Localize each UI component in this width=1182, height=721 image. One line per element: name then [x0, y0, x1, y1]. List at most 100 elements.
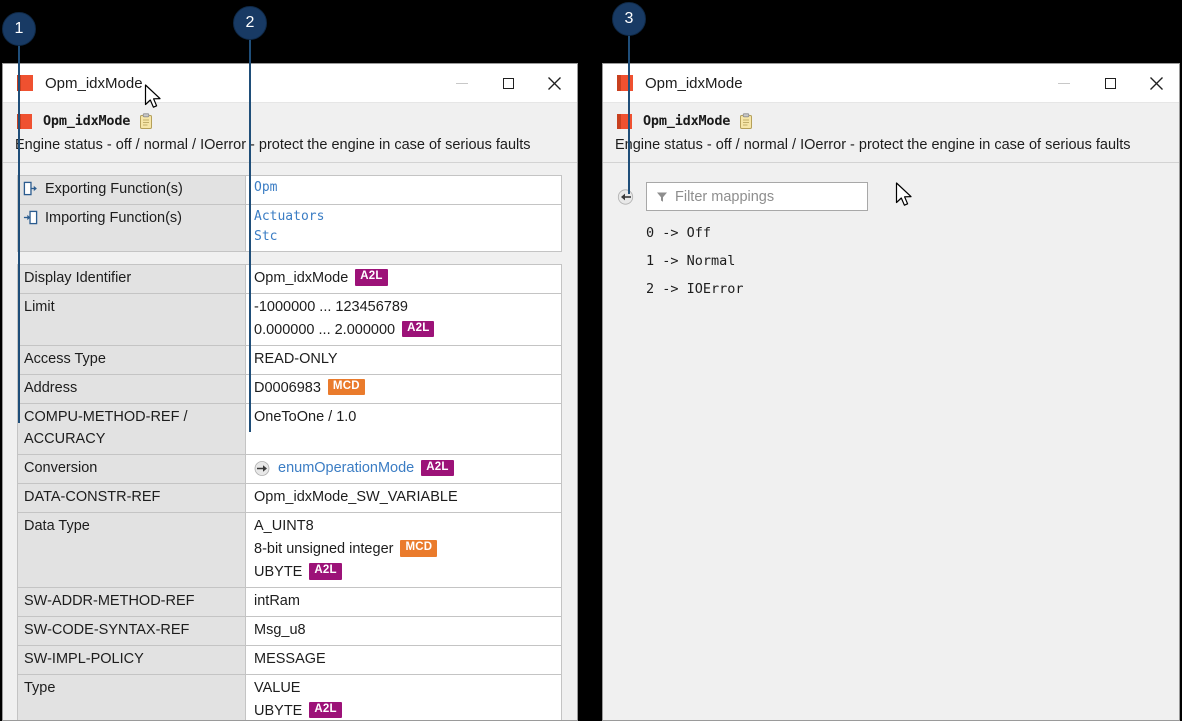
row-value-text: intRam: [254, 590, 300, 613]
titlebar-left: Opm_idxMode: [3, 64, 577, 103]
table-row: Data Type A_UINT8 8-bit unsigned integer…: [18, 513, 561, 588]
status-badge: A2L: [355, 269, 387, 285]
maximize-button[interactable]: [1087, 64, 1133, 103]
row-value-text: VALUE: [254, 677, 300, 700]
status-badge: A2L: [309, 702, 341, 718]
row-key-cell: Exporting Function(s): [18, 176, 246, 204]
export-icon: [23, 181, 38, 196]
row-value-text: D0006983: [254, 377, 321, 400]
row-key-label: Exporting Function(s): [45, 178, 183, 201]
table-row: SW-CODE-SYNTAX-REF Msg_u8: [18, 617, 561, 646]
status-badge: MCD: [328, 379, 365, 395]
row-value-cell: Opm: [246, 176, 561, 204]
row-key-cell: Data Type: [18, 513, 246, 587]
row-value-cell: Opm_idxMode A2L: [246, 265, 561, 293]
minimize-button[interactable]: [1041, 64, 1087, 103]
minimize-icon: [1058, 83, 1070, 85]
list-item[interactable]: 0 -> Off: [646, 225, 1179, 241]
list-item[interactable]: 1 -> Normal: [646, 253, 1179, 269]
table-row: DATA-CONSTR-REF Opm_idxMode_SW_VARIABLE: [18, 484, 561, 513]
row-key-cell: SW-IMPL-POLICY: [18, 646, 246, 674]
row-key-cell: Address: [18, 375, 246, 403]
maximize-button[interactable]: [485, 64, 531, 103]
right-body: Filter mappings 0 -> Off 1 -> Normal 2 -…: [603, 163, 1179, 721]
row-value-cell: MESSAGE: [246, 646, 561, 674]
goto-arrow-icon[interactable]: [254, 461, 271, 476]
function-link[interactable]: Actuators: [254, 207, 324, 228]
callout-badge-1: 1: [2, 12, 36, 46]
variable-description: Engine status - off / normal / IOerror -…: [603, 137, 1179, 153]
clipboard-icon[interactable]: [138, 113, 154, 130]
row-key-cell: SW-CODE-SYNTAX-REF: [18, 617, 246, 645]
header-name-row: Opm_idxMode: [3, 110, 577, 132]
window-title: Opm_idxMode: [645, 75, 743, 92]
minimize-button[interactable]: [439, 64, 485, 103]
callout-line-3: [628, 30, 630, 194]
detail-window-left: Opm_idxMode Opm_idxMode: [2, 63, 578, 721]
table-row: SW-ADDR-METHOD-REF intRam: [18, 588, 561, 617]
left-body: Exporting Function(s) Opm Importing Func…: [3, 163, 577, 721]
functions-table: Exporting Function(s) Opm Importing Func…: [17, 175, 562, 252]
filter-toolbar: Filter mappings: [603, 175, 1179, 211]
callout-line-2: [249, 30, 251, 432]
status-badge: A2L: [309, 563, 341, 579]
callout-number: 1: [15, 20, 24, 38]
row-value-cell: OneToOne / 1.0: [246, 404, 561, 455]
function-link[interactable]: Opm: [254, 178, 277, 199]
properties-table: Display Identifier Opm_idxMode A2L Limit…: [17, 264, 562, 721]
row-value-text: OneToOne / 1.0: [254, 406, 356, 429]
table-row: Exporting Function(s) Opm: [18, 176, 561, 205]
row-value-cell: A_UINT8 8-bit unsigned integer MCD UBYTE…: [246, 513, 561, 587]
close-icon: [1149, 76, 1164, 91]
close-icon: [547, 76, 562, 91]
header-band-right: Opm_idxMode Engine status - off / normal…: [603, 103, 1179, 163]
detail-window-right: Opm_idxMode Opm_idxMode: [602, 63, 1180, 721]
window-controls-right: [1041, 64, 1179, 103]
row-value-text: UBYTE: [254, 561, 302, 584]
row-value-text: Opm_idxMode_SW_VARIABLE: [254, 486, 458, 509]
clipboard-icon[interactable]: [738, 113, 754, 130]
row-key-cell: Type: [18, 675, 246, 721]
row-key-label: Importing Function(s): [45, 207, 182, 230]
table-row: COMPU-METHOD-REF / ACCURACY OneToOne / 1…: [18, 404, 561, 456]
back-arrow-icon[interactable]: [617, 189, 634, 205]
row-key-cell: Display Identifier: [18, 265, 246, 293]
callout-badge-3: 3: [612, 2, 646, 36]
row-key-cell: COMPU-METHOD-REF / ACCURACY: [18, 404, 246, 455]
screenshot-root: Opm_idxMode Opm_idxMode: [0, 0, 1182, 721]
table-row: Address D0006983 MCD: [18, 375, 561, 404]
app-icon: [617, 75, 633, 91]
variable-name: Opm_idxMode: [43, 113, 130, 129]
row-value-cell: READ-ONLY: [246, 346, 561, 374]
row-key-cell: Limit: [18, 294, 246, 345]
row-value-text: Opm_idxMode: [254, 267, 348, 290]
callout-number: 3: [625, 10, 634, 28]
filter-input[interactable]: Filter mappings: [646, 182, 868, 211]
filter-input-placeholder: Filter mappings: [675, 189, 774, 205]
close-button[interactable]: [531, 64, 577, 103]
row-value-cell: Msg_u8: [246, 617, 561, 645]
mouse-cursor-right: [895, 182, 915, 210]
status-badge: MCD: [400, 540, 437, 556]
row-value-cell: Actuators Stc: [246, 205, 561, 251]
row-value-cell: Opm_idxMode_SW_VARIABLE: [246, 484, 561, 512]
close-button[interactable]: [1133, 64, 1179, 103]
mouse-cursor-left: [144, 84, 164, 112]
maximize-icon: [503, 78, 514, 89]
table-row: Type VALUE UBYTE A2L: [18, 675, 561, 721]
callout-number: 2: [246, 14, 255, 32]
row-value-text: MESSAGE: [254, 648, 326, 671]
row-key-cell: Access Type: [18, 346, 246, 374]
row-value-text: Msg_u8: [254, 619, 306, 642]
header-band-left: Opm_idxMode Engine status - off / normal…: [3, 103, 577, 163]
titlebar-right: Opm_idxMode: [603, 64, 1179, 103]
row-value-cell: D0006983 MCD: [246, 375, 561, 403]
row-key-cell: Importing Function(s): [18, 205, 246, 251]
conversion-link[interactable]: enumOperationMode: [278, 457, 414, 480]
list-item[interactable]: 2 -> IOError: [646, 281, 1179, 297]
row-value-cell: -1000000 ... 123456789 0.000000 ... 2.00…: [246, 294, 561, 345]
variable-name: Opm_idxMode: [643, 113, 730, 129]
header-name-row: Opm_idxMode: [603, 110, 1179, 132]
row-value-cell: enumOperationMode A2L: [246, 455, 561, 483]
function-link[interactable]: Stc: [254, 227, 277, 248]
